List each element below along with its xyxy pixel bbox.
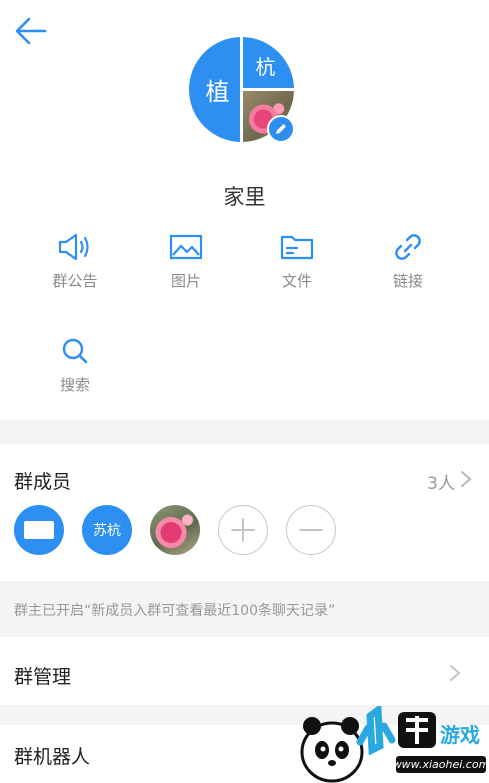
chevron-right-icon[interactable] bbox=[460, 470, 472, 488]
search-icon bbox=[62, 338, 88, 364]
group-name[interactable]: 家里 bbox=[0, 181, 489, 211]
members-count[interactable]: 3人 bbox=[427, 469, 455, 494]
tool-images-label: 图片 bbox=[170, 272, 201, 290]
watermark-logo: www.xiaohei.com 游戏 bbox=[300, 706, 489, 783]
chevron-right-icon[interactable] bbox=[449, 664, 461, 682]
member-avatar[interactable] bbox=[150, 505, 200, 555]
avatar-tile-left: 植 bbox=[189, 37, 240, 142]
back-button[interactable] bbox=[14, 16, 48, 46]
minus-icon bbox=[299, 529, 323, 531]
members-title: 群成员 bbox=[14, 471, 72, 493]
tool-links[interactable]: 链接 bbox=[363, 232, 453, 291]
member-avatar[interactable]: 苏杭 bbox=[82, 505, 132, 555]
add-member-button[interactable] bbox=[218, 505, 268, 555]
tool-announcement-label: 群公告 bbox=[52, 272, 98, 290]
member-avatar-label: 苏杭 bbox=[93, 523, 121, 539]
tool-links-label: 链接 bbox=[392, 272, 423, 290]
history-notice: 群主已开启“新成员入群可查看最近100条聊天记录” bbox=[14, 603, 336, 619]
pencil-icon bbox=[276, 124, 286, 134]
remove-member-button[interactable] bbox=[286, 505, 336, 555]
plus-icon bbox=[231, 518, 255, 542]
section-divider bbox=[0, 420, 489, 444]
link-icon bbox=[395, 234, 421, 260]
tool-search[interactable]: 搜索 bbox=[30, 336, 120, 395]
folder-icon bbox=[280, 235, 314, 260]
svg-text:www.xiaohei.com: www.xiaohei.com bbox=[393, 758, 489, 771]
tool-files[interactable]: 文件 bbox=[252, 232, 342, 291]
image-icon bbox=[169, 234, 203, 260]
group-manage-title[interactable]: 群管理 bbox=[14, 662, 71, 689]
tool-files-label: 文件 bbox=[281, 272, 312, 290]
megaphone-icon bbox=[58, 233, 89, 261]
edit-avatar-button[interactable] bbox=[267, 115, 295, 143]
member-avatar[interactable] bbox=[14, 505, 64, 555]
svg-text:游戏: 游戏 bbox=[440, 723, 480, 747]
tool-images[interactable]: 图片 bbox=[141, 232, 231, 291]
avatar-tile-top-right: 杭 bbox=[243, 37, 294, 88]
tool-announcement[interactable]: 群公告 bbox=[30, 232, 120, 291]
tool-search-label: 搜索 bbox=[59, 376, 90, 394]
card-icon bbox=[24, 521, 54, 539]
arrow-left-icon bbox=[15, 17, 47, 45]
group-robot-title[interactable]: 群机器人 bbox=[14, 742, 90, 769]
